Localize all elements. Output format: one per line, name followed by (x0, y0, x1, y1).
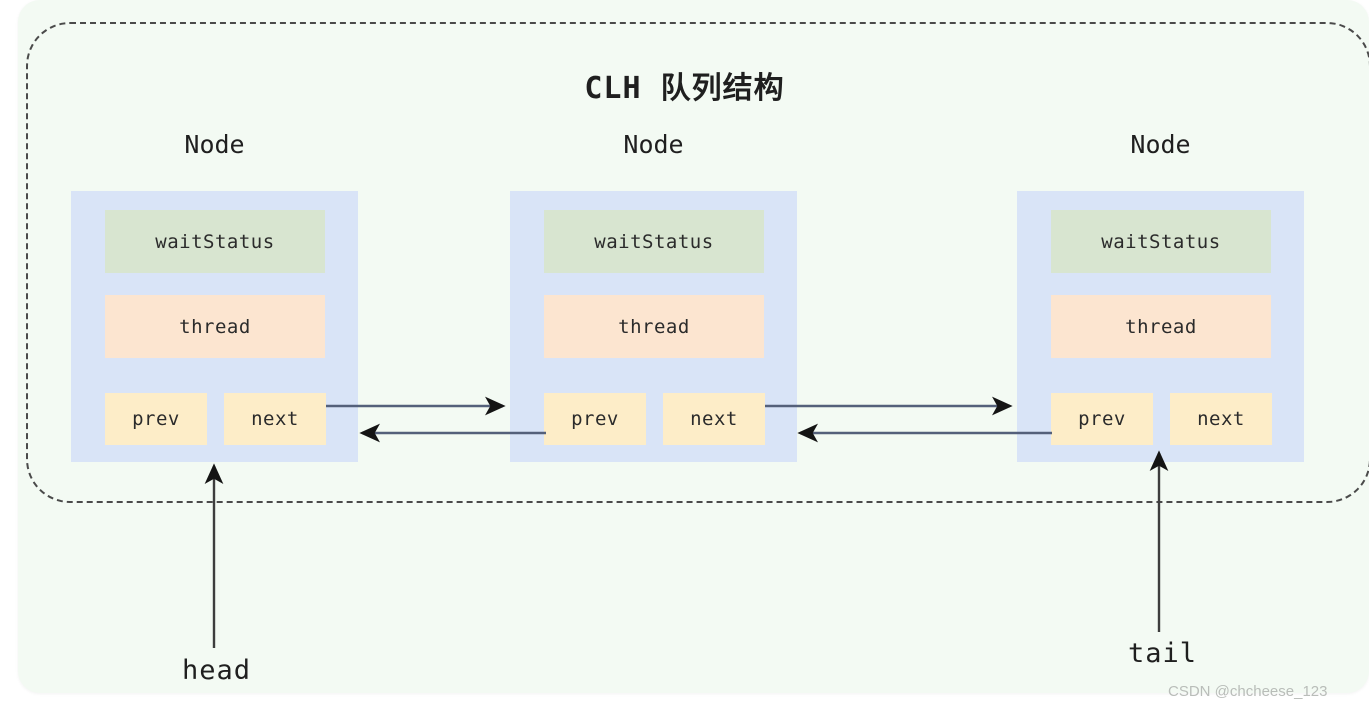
node-2-thread: thread (1051, 295, 1271, 358)
node-1-wait-status: waitStatus (544, 210, 764, 273)
node-0-wait-status: waitStatus (105, 210, 325, 273)
node-2-label: Node (1130, 130, 1191, 159)
diagram-canvas: CLH 队列结构 Node waitStatus thread prev nex… (0, 0, 1369, 713)
node-0-prev: prev (105, 393, 207, 445)
node-2-prev: prev (1051, 393, 1153, 445)
node-0-label: Node (184, 130, 245, 159)
tail-pointer-label: tail (1128, 638, 1198, 669)
node-0-pointer-row: prev next (105, 393, 326, 445)
node-1-label: Node (623, 130, 684, 159)
node-0-next: next (224, 393, 326, 445)
node-2-next: next (1170, 393, 1272, 445)
node-1-box: waitStatus thread prev next (510, 191, 797, 462)
node-1-thread: thread (544, 295, 764, 358)
node-2-box: waitStatus thread prev next (1017, 191, 1304, 462)
node-0-thread: thread (105, 295, 325, 358)
node-1-pointer-row: prev next (544, 393, 765, 445)
node-0-box: waitStatus thread prev next (71, 191, 358, 462)
node-2-wait-status: waitStatus (1051, 210, 1271, 273)
node-1-next: next (663, 393, 765, 445)
node-2-pointer-row: prev next (1051, 393, 1272, 445)
node-1-prev: prev (544, 393, 646, 445)
head-pointer-label: head (182, 655, 252, 686)
diagram-title: CLH 队列结构 (584, 71, 785, 106)
watermark: CSDN @chcheese_123 (1168, 683, 1328, 700)
